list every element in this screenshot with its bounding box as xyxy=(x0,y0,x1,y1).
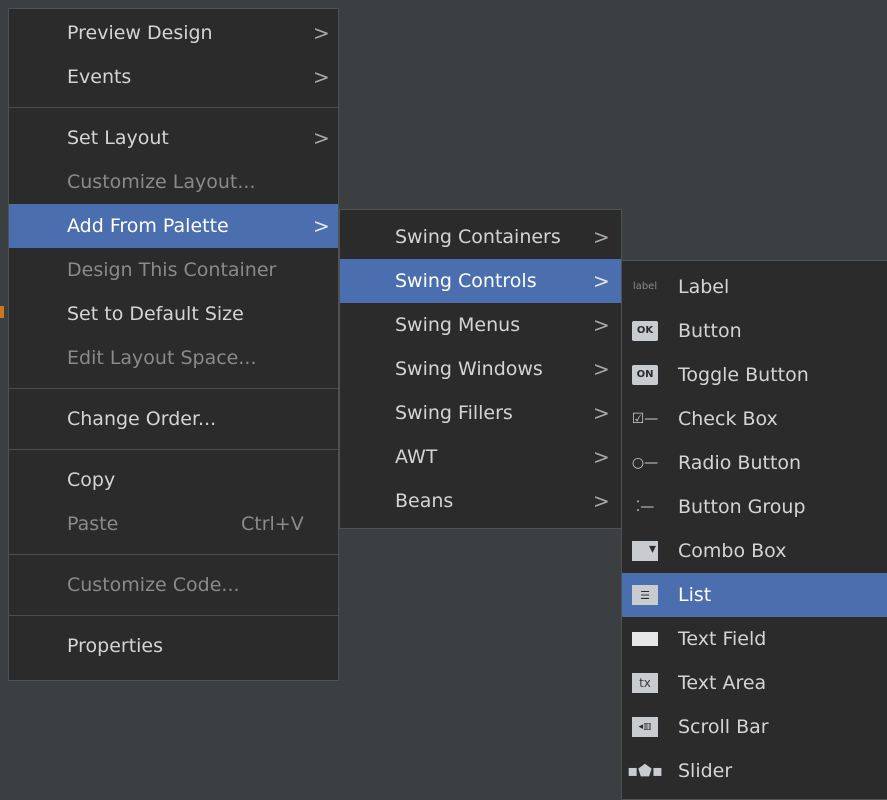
chevron-right-icon: > xyxy=(313,65,330,89)
label-icon: label xyxy=(632,281,658,292)
menu-item-label: Swing Menus xyxy=(395,314,521,336)
menu-item-label: Combo Box xyxy=(678,540,787,562)
menu-item-slider-control[interactable]: ▪⬟▪ Slider xyxy=(622,749,887,793)
menu-item-beans[interactable]: Beans > xyxy=(340,479,621,523)
paste-shortcut: Ctrl+V xyxy=(241,513,304,535)
scroll-bar-icon: ◂▥ xyxy=(632,717,658,737)
slider-icon: ▪⬟▪ xyxy=(627,761,663,780)
radio-button-icon: ○— xyxy=(631,455,659,471)
menu-item-button-control[interactable]: OK Button xyxy=(622,309,887,353)
menu-item-text-field-control[interactable]: Text Field xyxy=(622,617,887,661)
menu-item-toggle-button-control[interactable]: ON Toggle Button xyxy=(622,353,887,397)
menu-item-set-layout[interactable]: Set Layout > xyxy=(9,116,338,160)
menu-item-copy[interactable]: Copy xyxy=(9,458,338,502)
text-field-icon xyxy=(632,632,658,646)
list-icon: ☰ xyxy=(632,585,658,605)
menu-separator xyxy=(9,388,338,389)
menu-item-combo-box-control[interactable]: Combo Box xyxy=(622,529,887,573)
menu-item-design-this-container[interactable]: Design This Container xyxy=(9,248,338,292)
check-box-icon: ☑— xyxy=(631,411,659,427)
menu-item-label: Set Layout xyxy=(67,127,169,149)
menu-item-swing-menus[interactable]: Swing Menus > xyxy=(340,303,621,347)
menu-item-label-control[interactable]: label Label xyxy=(622,265,887,309)
menu-item-check-box-control[interactable]: ☑— Check Box xyxy=(622,397,887,441)
menu-item-text-area-control[interactable]: tx Text Area xyxy=(622,661,887,705)
menu-item-label: Swing Containers xyxy=(395,226,561,248)
menu-item-swing-controls[interactable]: Swing Controls > xyxy=(340,259,621,303)
menu-item-label: Text Field xyxy=(678,628,767,650)
menu-item-label: Beans xyxy=(395,490,454,512)
menu-item-label: Label xyxy=(678,276,730,298)
menu-item-label: Check Box xyxy=(678,408,778,430)
combo-box-icon xyxy=(632,541,658,561)
menu-item-set-default-size[interactable]: Set to Default Size xyxy=(9,292,338,336)
menu-item-label: Toggle Button xyxy=(678,364,809,386)
menu-separator xyxy=(9,554,338,555)
menu-item-paste[interactable]: Paste Ctrl+V xyxy=(9,502,338,546)
menu-item-swing-containers[interactable]: Swing Containers > xyxy=(340,215,621,259)
chevron-right-icon: > xyxy=(593,313,610,337)
menu-item-label: Scroll Bar xyxy=(678,716,769,738)
menu-item-label: Events xyxy=(67,66,132,88)
menu-item-add-from-palette[interactable]: Add From Palette > xyxy=(9,204,338,248)
menu-item-label: Design This Container xyxy=(67,259,277,281)
menu-item-label: Copy xyxy=(67,469,116,491)
context-menu: Preview Design > Events > Set Layout > C… xyxy=(8,8,339,681)
menu-item-label: List xyxy=(678,584,712,606)
chevron-right-icon: > xyxy=(313,21,330,45)
menu-item-label: Properties xyxy=(67,635,164,657)
orange-edge-marker xyxy=(0,306,4,318)
swing-controls-submenu: label Label OK Button ON Toggle Button ☑… xyxy=(621,260,887,800)
menu-item-label: AWT xyxy=(395,446,438,468)
text-area-icon: tx xyxy=(632,673,658,693)
chevron-right-icon: > xyxy=(593,269,610,293)
menu-item-awt[interactable]: AWT > xyxy=(340,435,621,479)
menu-item-label: Button xyxy=(678,320,742,342)
menu-item-label: Button Group xyxy=(678,496,806,518)
menu-item-customize-layout[interactable]: Customize Layout... xyxy=(9,160,338,204)
menu-item-label: Preview Design xyxy=(67,22,213,44)
menu-item-properties[interactable]: Properties xyxy=(9,624,338,668)
menu-item-label: Change Order... xyxy=(67,408,217,430)
menu-item-label: Edit Layout Space... xyxy=(67,347,257,369)
chevron-right-icon: > xyxy=(593,445,610,469)
menu-item-label: Set to Default Size xyxy=(67,303,244,325)
chevron-right-icon: > xyxy=(593,489,610,513)
button-group-icon: ⁚— xyxy=(635,499,655,515)
menu-separator xyxy=(9,615,338,616)
toggle-button-icon: ON xyxy=(632,365,658,385)
menu-item-label: Slider xyxy=(678,760,733,782)
menu-item-label: Radio Button xyxy=(678,452,802,474)
chevron-right-icon: > xyxy=(593,401,610,425)
menu-item-radio-button-control[interactable]: ○— Radio Button xyxy=(622,441,887,485)
menu-item-label: Customize Layout... xyxy=(67,171,256,193)
menu-item-events[interactable]: Events > xyxy=(9,55,338,99)
chevron-right-icon: > xyxy=(313,126,330,150)
chevron-right-icon: > xyxy=(593,357,610,381)
menu-item-label: Paste xyxy=(67,513,119,535)
menu-item-swing-windows[interactable]: Swing Windows > xyxy=(340,347,621,391)
menu-item-preview-design[interactable]: Preview Design > xyxy=(9,11,338,55)
menu-item-label: Customize Code... xyxy=(67,574,240,596)
chevron-right-icon: > xyxy=(593,225,610,249)
menu-item-edit-layout-space[interactable]: Edit Layout Space... xyxy=(9,336,338,380)
menu-item-label: Swing Controls xyxy=(395,270,537,292)
menu-item-customize-code[interactable]: Customize Code... xyxy=(9,563,338,607)
menu-item-change-order[interactable]: Change Order... xyxy=(9,397,338,441)
menu-item-list-control[interactable]: ☰ List xyxy=(622,573,887,617)
menu-item-swing-fillers[interactable]: Swing Fillers > xyxy=(340,391,621,435)
chevron-right-icon: > xyxy=(313,214,330,238)
menu-item-label: Text Area xyxy=(678,672,767,694)
button-icon: OK xyxy=(632,321,658,341)
menu-separator xyxy=(9,107,338,108)
menu-item-label: Add From Palette xyxy=(67,215,229,237)
menu-item-label: Swing Fillers xyxy=(395,402,513,424)
menu-item-label: Swing Windows xyxy=(395,358,543,380)
menu-item-scroll-bar-control[interactable]: ◂▥ Scroll Bar xyxy=(622,705,887,749)
palette-submenu: Swing Containers > Swing Controls > Swin… xyxy=(339,209,622,529)
menu-item-button-group-control[interactable]: ⁚— Button Group xyxy=(622,485,887,529)
menu-separator xyxy=(9,449,338,450)
